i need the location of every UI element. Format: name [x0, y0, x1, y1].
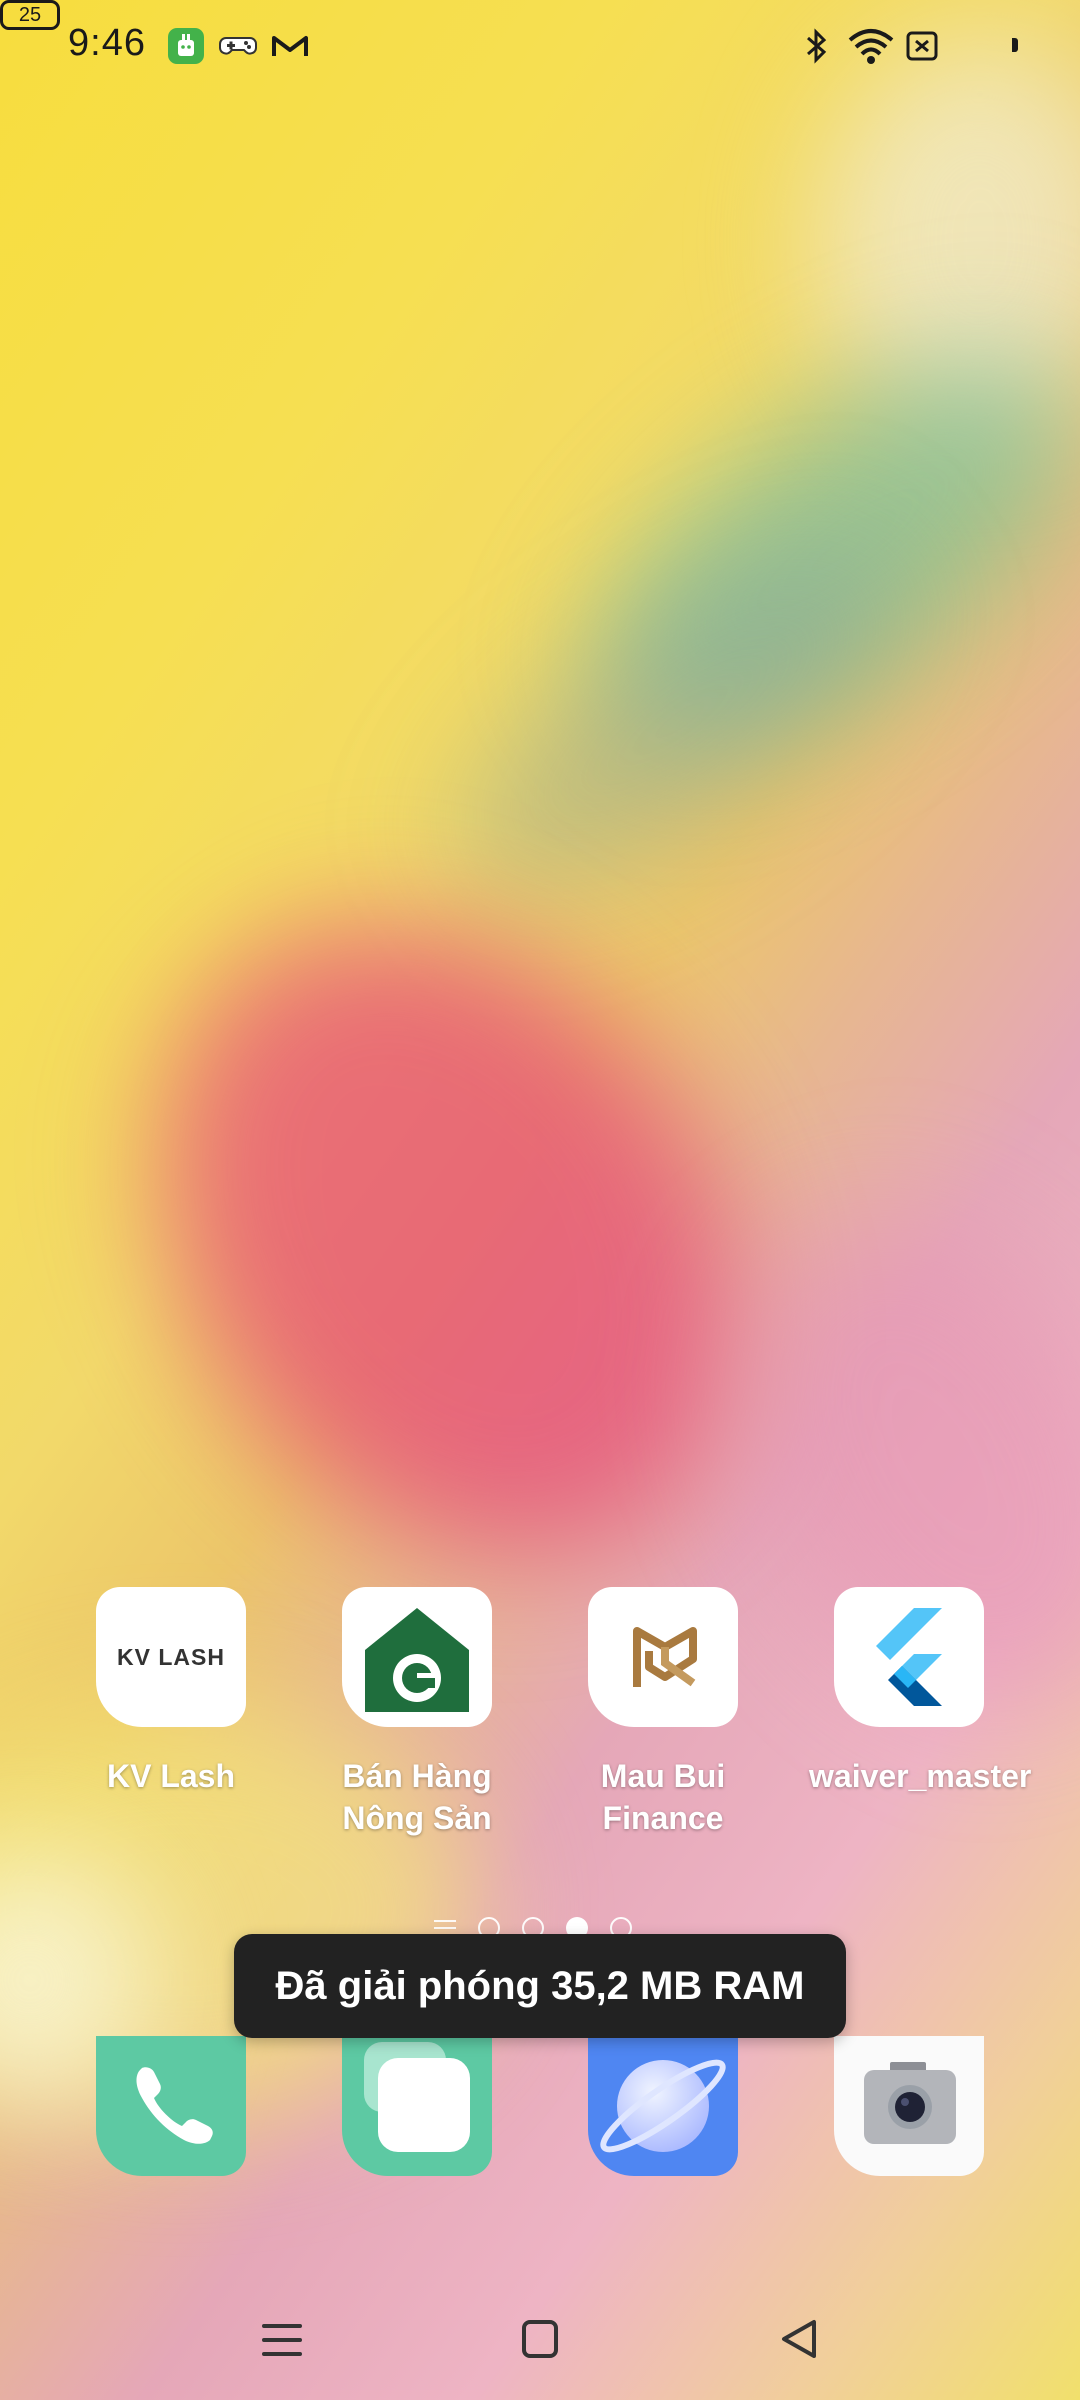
recents-button[interactable]: [254, 2312, 310, 2368]
battery-icon: 25: [0, 0, 60, 30]
dock-phone[interactable]: [96, 2036, 246, 2176]
phone-icon: [136, 2067, 213, 2144]
app-mau-bui-finance[interactable]: Mau Bui Finance: [563, 1587, 763, 1839]
wifi-icon: [846, 26, 896, 66]
gamepad-icon: [218, 28, 258, 64]
back-triangle-icon: [782, 2320, 816, 2358]
battery-level: 25: [18, 3, 42, 26]
home-button[interactable]: [512, 2312, 568, 2368]
app-label: Mau Bui Finance: [600, 1758, 726, 1836]
ban-hang-nong-san-icon: [342, 1587, 492, 1727]
status-bar: 9:46 25: [0, 0, 1080, 96]
dock-messages[interactable]: [342, 2036, 492, 2176]
messages-icon: [364, 2042, 470, 2152]
dock-camera[interactable]: [834, 2036, 984, 2176]
toast-message: Đã giải phóng 35,2 MB RAM: [234, 1934, 846, 2038]
gmail-icon: [270, 28, 310, 64]
menu-icon: [262, 2324, 302, 2356]
browser-icon: [600, 2059, 726, 2153]
navigation-bar: [0, 2300, 1080, 2380]
back-button[interactable]: [770, 2312, 826, 2368]
dock-browser[interactable]: [588, 2036, 738, 2176]
app-label: waiver_master: [809, 1758, 1032, 1794]
app-notification-icon: [168, 28, 204, 64]
no-sim-icon: [904, 28, 940, 64]
app-kv-lash[interactable]: KV LASH KV Lash: [71, 1587, 271, 1797]
app-label: Bán Hàng Nông Sản: [342, 1758, 492, 1836]
bluetooth-icon: [800, 26, 832, 66]
status-time: 9:46: [68, 22, 146, 64]
app-ban-hang-nong-san[interactable]: Bán Hàng Nông Sản: [317, 1587, 517, 1839]
camera-icon: [864, 2062, 956, 2144]
app-waiver-master[interactable]: waiver_master: [809, 1587, 1032, 1797]
home-square-icon: [522, 2320, 558, 2358]
app-label: KV Lash: [106, 1758, 236, 1794]
mau-bui-finance-icon: [588, 1587, 738, 1727]
kv-lash-icon: KV LASH: [96, 1587, 246, 1727]
flutter-icon: [834, 1587, 984, 1727]
